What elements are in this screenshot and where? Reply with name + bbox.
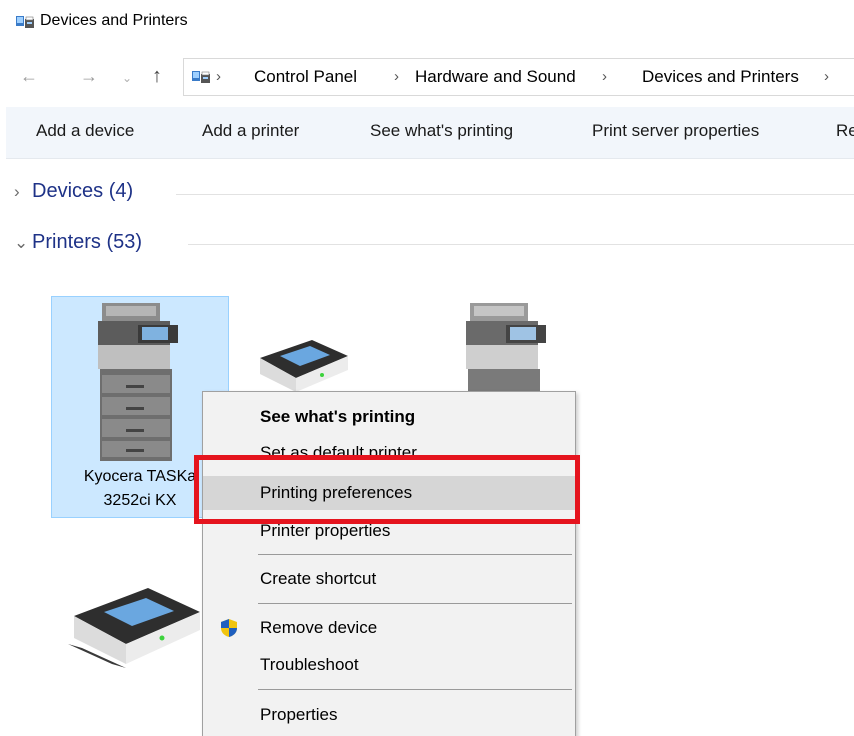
menu-item-remove-device[interactable]: Remove device [203, 611, 575, 645]
breadcrumb-separator-icon[interactable]: › [216, 68, 221, 85]
chevron-right-icon: › [14, 182, 20, 201]
multifunction-printer-icon [466, 303, 546, 393]
printer-icon [260, 340, 348, 392]
printers-group-divider [188, 244, 854, 245]
context-menu: See what's printing Set as default print… [202, 391, 576, 736]
menu-item-troubleshoot[interactable]: Troubleshoot [203, 648, 575, 682]
uac-shield-icon [221, 619, 237, 637]
printers-group-label: Printers (53) [32, 231, 143, 253]
breadcrumb-separator-icon[interactable]: › [394, 68, 399, 85]
window-title: Devices and Printers [40, 12, 188, 29]
title-bar: Devices and Printers [0, 0, 854, 44]
devices-group-header[interactable]: › Devices (4) [14, 180, 133, 203]
menu-item-label: See what's printing [260, 407, 416, 426]
printer-icon [68, 588, 200, 668]
menu-item-properties[interactable]: Properties [203, 698, 575, 732]
devices-group-label: Devices (4) [32, 180, 134, 202]
menu-item-label: Create shortcut [260, 569, 377, 588]
annotation-highlight-box [194, 455, 580, 524]
up-arrow-icon[interactable]: ↑ [152, 64, 162, 88]
breadcrumb-hardware-and-sound[interactable]: Hardware and Sound [415, 67, 576, 87]
menu-separator [258, 689, 572, 690]
toolbar-overflow-button[interactable]: Re [836, 121, 854, 141]
menu-item-label: Properties [260, 705, 338, 724]
menu-separator [258, 603, 572, 604]
menu-item-label: Printer properties [260, 521, 391, 540]
control-panel-icon [192, 71, 210, 83]
recent-locations-chevron-icon[interactable]: ⌄ [122, 66, 132, 90]
breadcrumb-separator-icon[interactable]: › [602, 68, 607, 85]
back-arrow-icon[interactable]: ← [20, 64, 38, 88]
menu-separator [258, 554, 572, 555]
command-toolbar: Add a device Add a printer See what's pr… [6, 107, 854, 159]
see-whats-printing-button[interactable]: See what's printing [370, 121, 513, 141]
add-device-button[interactable]: Add a device [36, 121, 134, 141]
breadcrumb-control-panel[interactable]: Control Panel [254, 67, 357, 87]
breadcrumb-separator-icon[interactable]: › [824, 68, 829, 85]
menu-item-label: Troubleshoot [260, 655, 359, 674]
multifunction-printer-icon [98, 303, 178, 461]
printers-group-header[interactable]: ⌄ Printers (53) [14, 231, 142, 254]
forward-arrow-icon[interactable]: → [80, 64, 98, 88]
chevron-down-icon: ⌄ [14, 233, 29, 252]
menu-item-create-shortcut[interactable]: Create shortcut [203, 562, 575, 596]
menu-item-see-whats-printing[interactable]: See what's printing [203, 400, 575, 434]
devices-printers-icon [16, 16, 34, 28]
print-server-properties-button[interactable]: Print server properties [592, 121, 759, 141]
address-bar[interactable]: › Control Panel › Hardware and Sound › D… [183, 58, 854, 96]
devices-group-divider [176, 194, 854, 195]
add-printer-button[interactable]: Add a printer [202, 121, 299, 141]
menu-item-label: Remove device [260, 618, 378, 637]
breadcrumb-devices-and-printers[interactable]: Devices and Printers [642, 67, 799, 87]
